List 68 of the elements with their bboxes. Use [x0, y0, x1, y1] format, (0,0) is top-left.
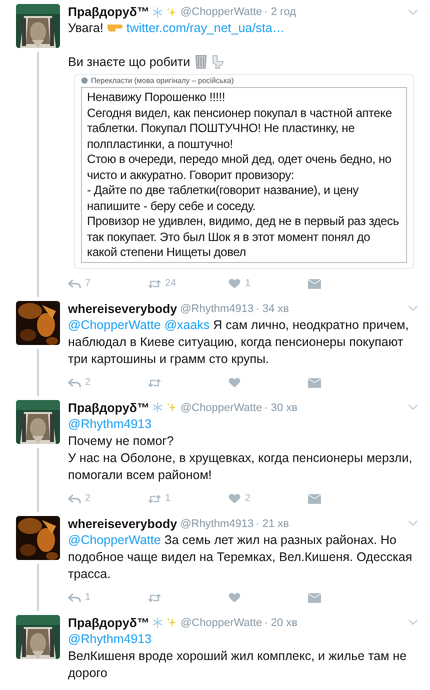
envelope-icon[interactable]	[308, 592, 321, 602]
sparkle-icon	[166, 402, 178, 413]
envelope-icon[interactable]	[308, 278, 321, 288]
user-handle[interactable]: @ChopperWatte	[180, 400, 262, 416]
user-handle[interactable]: @Rhythm4913	[180, 516, 254, 532]
retweet-icon[interactable]	[148, 494, 161, 504]
tweet-text: У нас на Оболоне, в хрущевках, когда пенсионеры мерзли, помогали всем районом!	[68, 450, 414, 484]
heart-icon[interactable]	[228, 494, 241, 504]
user-handle[interactable]: @ChopperWatte	[180, 4, 262, 20]
quoted-text: Стою в очереди, передо мной дед, одет очень бедно, но чисто и аккуратно. Говорит провизору:	[87, 152, 392, 183]
user-name[interactable]: Праβдорyδ™	[68, 400, 150, 416]
tweet-time[interactable]: · 34 хв	[256, 300, 289, 316]
quoted-text: Провизор не удивлен, видимо, дед не в первый раз здесь так покупает. Это был Шок я в этот момент понял до какой степени Нищеты довел	[87, 214, 400, 260]
sparkle-icon	[166, 6, 178, 18]
mention-link[interactable]: @Rhythm4913	[68, 632, 152, 646]
retweet-icon[interactable]	[148, 592, 161, 602]
tweet-time[interactable]: · 2 год	[264, 4, 296, 20]
quoted-text: Ненавижу Порошенко !!!!!	[87, 90, 226, 106]
mention-link[interactable]: @xaaks	[164, 318, 210, 332]
reply-icon[interactable]	[68, 592, 81, 602]
user-name[interactable]: whereiseverybody	[68, 300, 178, 316]
tweet-text: Увага! twitter.com/ray_net_ua/sta…	[68, 20, 286, 37]
pointing-hand-icon	[106, 24, 123, 32]
chevron-down-icon[interactable]	[408, 404, 418, 411]
user-name[interactable]: Праβдорyδ™	[68, 614, 150, 630]
tweet-text: Ви знаєте що робити	[68, 54, 418, 71]
url-link[interactable]: twitter.com/ray_net_ua/sta…	[126, 21, 285, 35]
user-name[interactable]: whereiseverybody	[68, 516, 178, 532]
retweet-icon[interactable]	[148, 278, 161, 288]
trash-bin-icon	[194, 54, 208, 69]
action-count: 2	[85, 493, 91, 504]
tweet-text: @ChopperWatte За семь лет жил на разных районах. Но подобное чаще видел на Теремках, Вел.Кишеня. Одесская трасса.	[68, 532, 414, 582]
chevron-down-icon[interactable]	[408, 619, 418, 626]
heart-icon[interactable]	[228, 278, 241, 288]
action-count: 2	[245, 493, 251, 504]
sparkle-icon	[166, 617, 178, 628]
action-count: 24	[165, 278, 176, 289]
tweet-text: ВелКишеня вроде хороший жил комплекс, и жилье там не дорого	[68, 648, 408, 682]
action-count: 2	[85, 377, 91, 388]
heart-icon[interactable]	[228, 378, 241, 388]
heart-icon[interactable]	[228, 592, 241, 602]
action-count: 1	[85, 592, 91, 603]
chevron-down-icon[interactable]	[408, 520, 418, 527]
envelope-icon[interactable]	[308, 378, 321, 388]
user-handle[interactable]: @Rhythm4913	[180, 300, 254, 316]
action-count: 1	[165, 493, 171, 504]
action-count: 1	[245, 278, 251, 289]
tweet-text: Почему не помог?	[68, 432, 175, 450]
reply-icon[interactable]	[68, 278, 81, 288]
tweet-text: @ChopperWatte @xaaks Я сам лично, неодкратно причем, наблюдал в Киеве ситуацию, когда пенсионеры покупают три картошины и грамм сто крупы.	[68, 316, 410, 368]
mention-link[interactable]: @ChopperWatte	[68, 532, 161, 546]
user-name[interactable]: Праβдорyδ™	[68, 4, 150, 20]
chevron-down-icon[interactable]	[408, 305, 418, 312]
chevron-down-icon[interactable]	[408, 8, 418, 16]
reply-icon[interactable]	[68, 378, 81, 388]
action-count: 7	[85, 278, 91, 289]
mention-link[interactable]: @ChopperWatte	[68, 318, 161, 332]
toilet-icon	[211, 54, 226, 69]
tweet-time[interactable]: · 21 хв	[256, 516, 289, 532]
quoted-text: Сегодня видел, как пенсионер покупал в частной аптеке таблетки. Покупал ПОШТУЧНО! Не пластинку, не полпластинки, а поштучно!	[87, 106, 393, 152]
quoted-text: - Дайте по две таблетки(говорит название), и цену напишите - беру себе и соседу.	[87, 183, 360, 214]
retweet-icon[interactable]	[148, 378, 161, 388]
mention-link[interactable]: @Rhythm4913	[68, 416, 152, 430]
tweet-time[interactable]: · 30 хв	[264, 400, 298, 416]
tweet-time[interactable]: · 20 хв	[264, 614, 298, 630]
reply-icon[interactable]	[68, 494, 81, 504]
user-handle[interactable]: @ChopperWatte	[180, 614, 262, 630]
envelope-icon[interactable]	[308, 494, 321, 504]
